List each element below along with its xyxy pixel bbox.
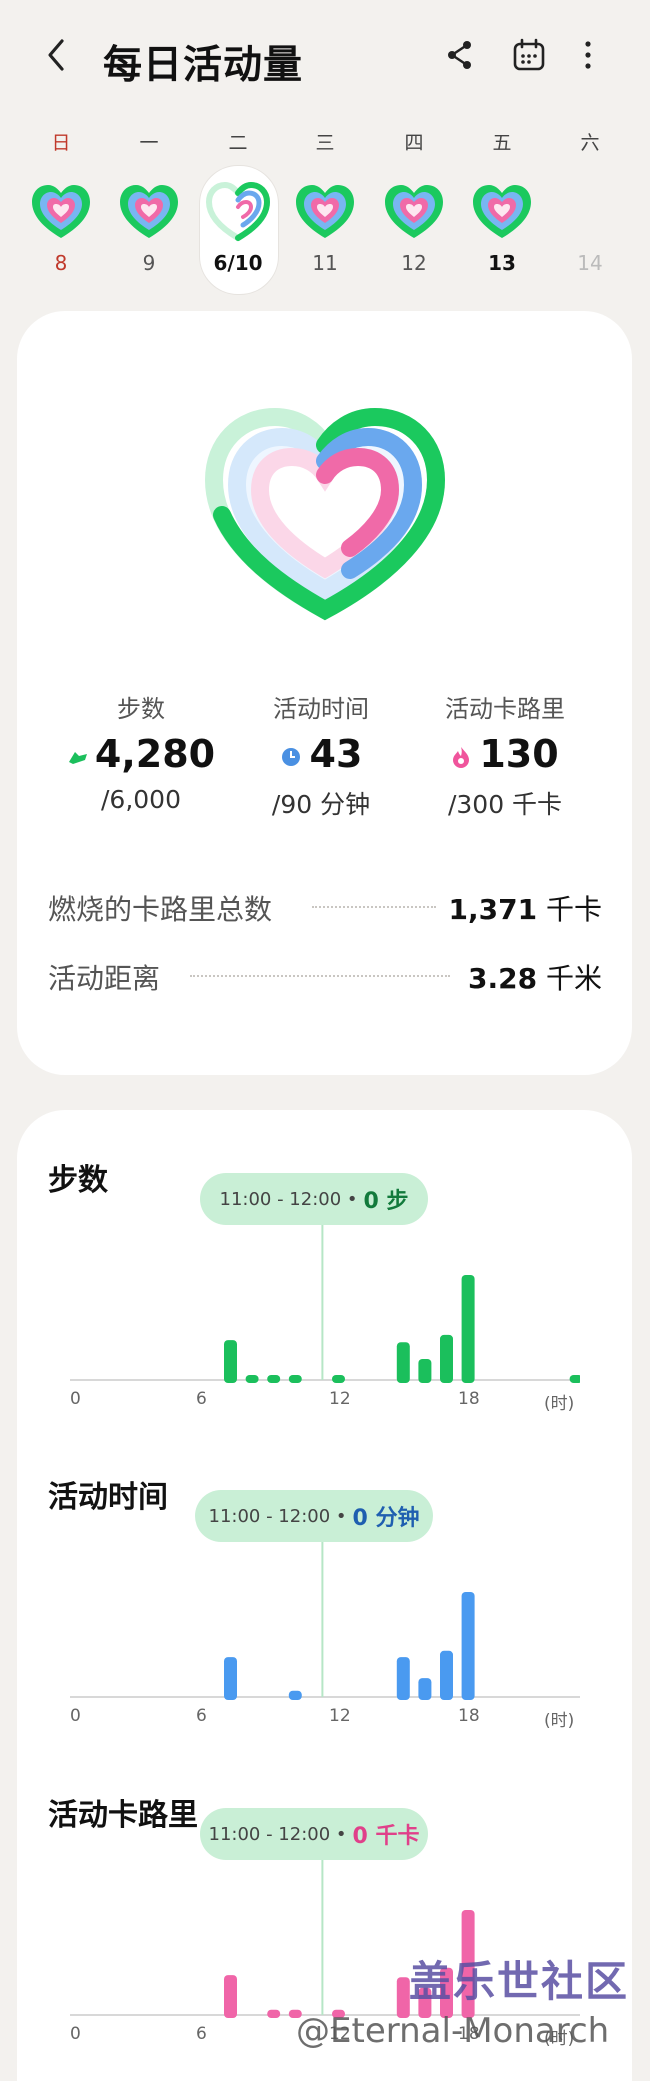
distance-label: 活动距离: [48, 962, 161, 995]
active-time-label: 活动时间: [273, 695, 369, 723]
chart-bar[interactable]: [267, 2009, 281, 2018]
hourly-bar-chart: [70, 1225, 580, 1383]
weekday-label: 三: [315, 132, 335, 154]
total-calories-label: 燃烧的卡路里总数: [48, 893, 273, 926]
weekday-label: 二: [228, 132, 248, 154]
chart-bar[interactable]: [396, 1657, 410, 1700]
day-date[interactable]: 6/10: [208, 251, 268, 275]
day-date[interactable]: 13: [472, 251, 532, 275]
tooltip-separator: •: [330, 1505, 347, 1527]
chart-tooltip: 11:00 - 12:00 • 0 千卡: [200, 1808, 428, 1860]
x-tick-label: 6: [196, 1389, 207, 1409]
chart-bar[interactable]: [288, 1375, 302, 1383]
distance-value: 3.28 千米: [467, 962, 602, 995]
weekday-label: 四: [404, 132, 424, 154]
day-activity-heart-icon[interactable]: [469, 180, 535, 246]
hourly-bar-chart: [70, 1542, 580, 1700]
weekday-label: 一: [139, 132, 159, 154]
x-tick-label: (时): [544, 1394, 575, 1414]
chart-tooltip: 11:00 - 12:00 • 0 步: [200, 1173, 428, 1225]
day-date[interactable]: 11: [295, 251, 355, 275]
weekday-label: 日: [51, 132, 71, 154]
watermark-logo-text: 盖乐世社区: [409, 1957, 630, 2006]
chart-bar[interactable]: [440, 1650, 453, 1700]
chart-bar[interactable]: [332, 1375, 345, 1383]
day-date[interactable]: 8: [31, 251, 91, 275]
steps-value: 4,280: [46, 732, 236, 776]
active-time-goal: /90 分钟: [271, 790, 371, 819]
x-tick-label: 18: [458, 1389, 480, 1409]
active-time-value: 43: [226, 732, 416, 776]
weekday-label: 六: [580, 132, 600, 154]
chart-title: 步数: [48, 1163, 108, 1198]
steps-label: 步数: [117, 695, 165, 723]
chart-bar[interactable]: [288, 1690, 302, 1700]
tooltip-time: 11:00 - 12:00: [208, 1505, 331, 1527]
x-tick-label: 0: [70, 1389, 81, 1409]
steps-goal: /6,000: [101, 785, 181, 814]
activity-heart-icon: [204, 407, 446, 621]
chevron-left-icon[interactable]: [44, 38, 70, 72]
x-tick-label: 18: [458, 1706, 480, 1726]
chart-bar[interactable]: [224, 1657, 237, 1700]
watermark-handle: @Eternal-Monarch: [296, 2011, 610, 2051]
x-tick-label: 6: [196, 1706, 207, 1726]
chart-bar[interactable]: [224, 1340, 237, 1383]
tooltip-time: 11:00 - 12:00: [219, 1188, 342, 1210]
active-calories-value: 130: [410, 732, 600, 776]
active-calories-label: 活动卡路里: [445, 695, 565, 723]
chart-tooltip: 11:00 - 12:00 • 0 分钟: [195, 1490, 433, 1542]
page-title: 每日活动量: [103, 43, 304, 88]
shoe-icon: [68, 751, 87, 764]
tooltip-value: 0 步: [363, 1189, 409, 1214]
x-tick-label: 6: [196, 2024, 207, 2044]
x-tick-label: 12: [329, 1389, 351, 1409]
chart-title: 活动卡路里: [48, 1798, 198, 1833]
app-header: 每日活动量: [0, 0, 650, 115]
tooltip-value: 0 千卡: [352, 1824, 420, 1849]
day-date[interactable]: 12: [384, 251, 444, 275]
chart-bar[interactable]: [418, 1678, 432, 1700]
active-calories-goal: /300 千卡: [447, 790, 563, 819]
calendar-icon[interactable]: [512, 38, 546, 72]
x-tick-label: 0: [70, 1706, 81, 1726]
dotted-leader: [312, 906, 436, 908]
x-tick-label: 12: [329, 1706, 351, 1726]
day-date[interactable]: 9: [119, 251, 179, 275]
x-tick-label: (时): [544, 1711, 575, 1731]
chart-bar[interactable]: [461, 1592, 475, 1700]
day-activity-heart-icon[interactable]: [28, 180, 94, 246]
weekday-label: 五: [492, 132, 512, 154]
chart-bar[interactable]: [418, 1359, 432, 1383]
chart-title: 活动时间: [48, 1480, 168, 1515]
chart-bar[interactable]: [267, 1375, 281, 1383]
x-tick-label: 0: [70, 2024, 81, 2044]
tooltip-value: 0 分钟: [352, 1506, 420, 1531]
chart-bar[interactable]: [569, 1375, 580, 1383]
tooltip-time: 11:00 - 12:00: [208, 1823, 331, 1845]
day-activity-heart-icon[interactable]: [292, 180, 358, 246]
share-icon[interactable]: [443, 38, 477, 72]
day-date[interactable]: 14: [560, 251, 620, 275]
total-calories-value: 1,371 千卡: [448, 893, 603, 926]
more-vertical-icon[interactable]: [571, 38, 605, 72]
chart-bar[interactable]: [224, 1975, 237, 2018]
day-activity-heart-icon[interactable]: [381, 180, 447, 246]
chart-bar[interactable]: [461, 1275, 475, 1383]
chart-bar[interactable]: [245, 1375, 259, 1383]
dotted-leader: [190, 975, 450, 977]
day-activity-heart-icon[interactable]: [205, 180, 271, 246]
clock-icon: [281, 747, 300, 766]
flame-icon: [453, 746, 470, 768]
chart-bar[interactable]: [440, 1334, 453, 1383]
tooltip-separator: •: [341, 1188, 358, 1210]
day-activity-heart-icon[interactable]: [116, 180, 182, 246]
tooltip-separator: •: [330, 1823, 347, 1845]
chart-bar[interactable]: [396, 1342, 410, 1383]
